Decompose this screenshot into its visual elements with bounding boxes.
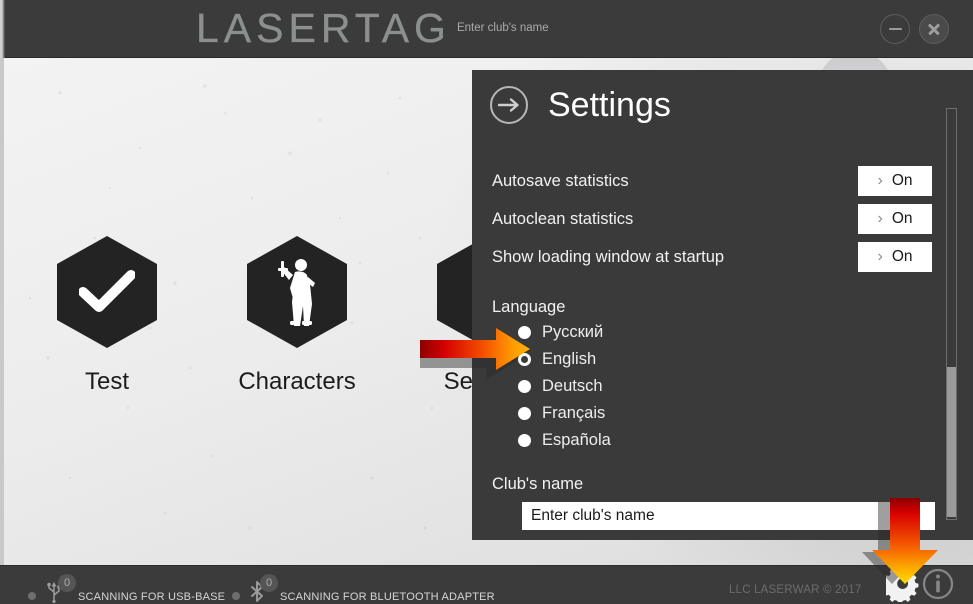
language-label-russian: Русский [542, 323, 604, 341]
arrow-right-circle-icon[interactable] [490, 86, 528, 124]
menu-label-characters: Characters [238, 368, 356, 395]
settings-scrollbar[interactable] [946, 108, 957, 520]
toggle-autosave-statistics[interactable]: › On [858, 166, 932, 196]
chevron-right-icon: › [877, 210, 883, 227]
lasertag-logo: LASERTAG [196, 5, 451, 51]
chevron-right-icon: › [877, 172, 883, 189]
language-option-francais[interactable]: Français [518, 404, 605, 423]
setting-row-autoclean-statistics: Autoclean statistics › On [492, 204, 932, 234]
close-icon [927, 22, 941, 36]
bluetooth-status-text: SCANNING FOR BLUETOOTH ADAPTER [280, 591, 495, 603]
brand-logo-group: LASERTAG Enter club's name [196, 5, 549, 51]
settings-header: Settings [490, 86, 671, 124]
setting-row-autosave-statistics: Autosave statistics › On [492, 166, 932, 196]
minimize-button[interactable] [880, 14, 910, 44]
menu-item-test[interactable]: Test [32, 236, 182, 396]
copyright-text: LLC LASERWAR © 2017 [729, 584, 862, 596]
annotation-arrow-right [420, 328, 530, 380]
toggle-autoclean-statistics[interactable]: › On [858, 204, 932, 234]
toggle-value-autosave-statistics: On [891, 172, 913, 189]
window-edge-highlight [0, 0, 5, 58]
menu-hex-characters[interactable] [247, 236, 347, 348]
status-bluetooth-group: 0 SCANNING FOR BLUETOOTH ADAPTER [232, 574, 495, 604]
close-button[interactable] [919, 14, 949, 44]
setting-label-autoclean-statistics: Autoclean statistics [492, 209, 634, 228]
status-indicator-dot [232, 592, 240, 600]
language-label-deutsch: Deutsch [542, 377, 603, 395]
radio-icon[interactable] [518, 434, 531, 447]
setting-row-show-loading-window: Show loading window at startup › On [492, 242, 932, 272]
menu-label-test: Test [84, 368, 129, 395]
check-icon [79, 270, 135, 312]
toggle-value-show-loading-window: On [891, 248, 913, 265]
bluetooth-count-badge: 0 [260, 574, 278, 592]
language-label-francais: Français [542, 404, 606, 422]
arrow-right-glyph [498, 98, 519, 112]
toggle-show-loading-window[interactable]: › On [858, 242, 932, 272]
language-label-espanola: Española [542, 431, 611, 449]
status-usb-group: 0 SCANNING FOR USB-BASE [28, 574, 225, 604]
title-bar: LASERTAG Enter club's name [0, 0, 973, 58]
radio-icon[interactable] [518, 407, 531, 420]
language-option-espanola[interactable]: Española [518, 431, 611, 450]
menu-hex-test[interactable] [57, 236, 157, 348]
usb-count-badge: 0 [58, 574, 76, 592]
soldier-icon [278, 259, 315, 326]
annotation-arrow-down [862, 498, 938, 584]
club-name-hint-label: Enter club's name [456, 22, 549, 34]
menu-item-characters[interactable]: Characters [222, 236, 372, 396]
chevron-right-icon: › [877, 248, 883, 265]
settings-title: Settings [548, 86, 671, 124]
minimize-icon [888, 27, 902, 31]
language-section-label: Language [492, 298, 566, 316]
setting-label-autosave-statistics: Autosave statistics [492, 171, 629, 190]
language-label-english: English [542, 350, 597, 368]
setting-label-show-loading-window: Show loading window at startup [492, 247, 725, 266]
toggle-value-autoclean-statistics: On [891, 210, 913, 227]
usb-status-text: SCANNING FOR USB-BASE [78, 591, 226, 603]
club-name-label: Club's name [492, 475, 584, 493]
application-window: LASERTAG Enter club's name Test Characte… [0, 0, 973, 604]
status-indicator-dot [28, 592, 36, 600]
settings-scrollbar-thumb[interactable] [947, 367, 956, 517]
settings-panel: Settings Autosave statistics › On Autocl… [472, 70, 973, 540]
